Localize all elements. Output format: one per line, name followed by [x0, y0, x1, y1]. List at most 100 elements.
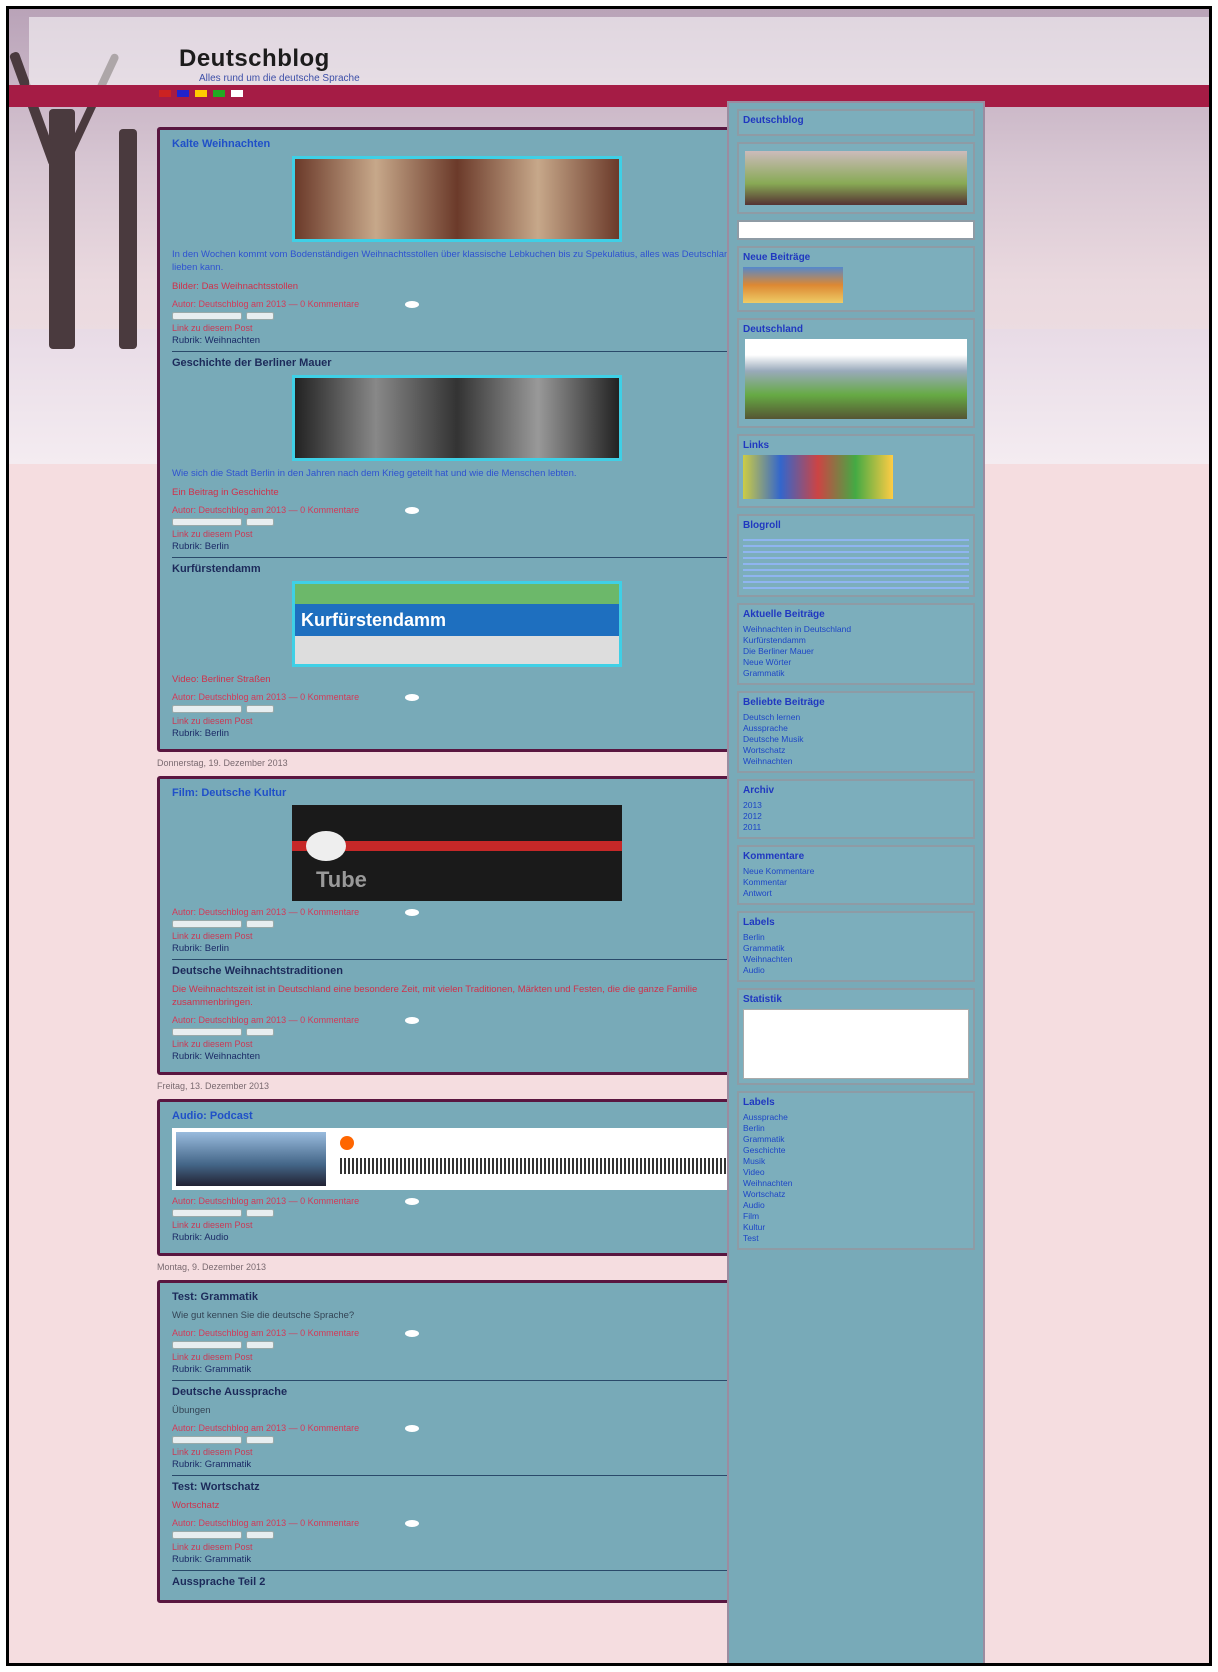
widget-link[interactable]: Video: [743, 1167, 969, 1178]
post-title[interactable]: Deutsche Aussprache: [172, 1386, 742, 1398]
post-title[interactable]: Audio: Podcast: [172, 1110, 742, 1122]
share-button[interactable]: [172, 705, 242, 713]
widget-link[interactable]: Deutsche Musik: [743, 734, 969, 745]
widget-link[interactable]: Berlin: [743, 932, 969, 943]
eye-icon[interactable]: [405, 1016, 420, 1024]
eye-icon[interactable]: [405, 300, 420, 308]
widget-link[interactable]: 2013: [743, 800, 969, 811]
eye-icon[interactable]: [405, 1519, 420, 1527]
waveform[interactable]: [340, 1158, 732, 1174]
post-share-link[interactable]: Link zu diesem Post: [172, 1542, 742, 1552]
post-category[interactable]: Rubrik: Grammatik: [172, 1459, 742, 1470]
widget-link[interactable]: Die Berliner Mauer: [743, 646, 969, 657]
post-author[interactable]: Autor: Deutschblog am 2013 — 0 Kommentar…: [172, 1518, 359, 1528]
post-category[interactable]: Rubrik: Weihnachten: [172, 335, 742, 346]
flag-icon[interactable]: [177, 90, 189, 97]
share-button[interactable]: [246, 705, 274, 713]
widget-link[interactable]: Weihnachten in Deutschland: [743, 624, 969, 635]
widget-link[interactable]: Antwort: [743, 888, 969, 899]
post-author[interactable]: Autor: Deutschblog am 2013 — 0 Kommentar…: [172, 299, 359, 309]
widget-link[interactable]: Kurfürstendamm: [743, 635, 969, 646]
share-button[interactable]: [172, 1209, 242, 1217]
post-title[interactable]: Test: Grammatik: [172, 1291, 742, 1303]
widget-link[interactable]: Film: [743, 1211, 969, 1222]
widget-link[interactable]: Grammatik: [743, 943, 969, 954]
eye-icon[interactable]: [405, 693, 420, 701]
post-category[interactable]: Rubrik: Berlin: [172, 728, 742, 739]
post-share-link[interactable]: Link zu diesem Post: [172, 1352, 742, 1362]
eye-icon[interactable]: [405, 1424, 420, 1432]
widget-link[interactable]: Kommentar: [743, 877, 969, 888]
play-icon[interactable]: [340, 1136, 354, 1150]
widget-link[interactable]: Weihnachten: [743, 756, 969, 767]
post-share-link[interactable]: Link zu diesem Post: [172, 1039, 742, 1049]
share-button[interactable]: [246, 1209, 274, 1217]
widget-image[interactable]: [743, 455, 893, 499]
widget-link[interactable]: Neue Wörter: [743, 657, 969, 668]
share-button[interactable]: [172, 920, 242, 928]
post-image[interactable]: Kurfürstendamm: [292, 581, 622, 667]
share-button[interactable]: [246, 1531, 274, 1539]
widget-link[interactable]: Kultur: [743, 1222, 969, 1233]
post-image[interactable]: [292, 375, 622, 461]
post-category[interactable]: Rubrik: Berlin: [172, 943, 742, 954]
post-title[interactable]: Geschichte der Berliner Mauer: [172, 357, 742, 369]
share-button[interactable]: [172, 1531, 242, 1539]
post-share-link[interactable]: Link zu diesem Post: [172, 931, 742, 941]
widget-link[interactable]: Audio: [743, 1200, 969, 1211]
post-share-link[interactable]: Link zu diesem Post: [172, 716, 742, 726]
post-author[interactable]: Autor: Deutschblog am 2013 — 0 Kommentar…: [172, 907, 359, 917]
post-link[interactable]: Bilder: Das Weihnachtsstollen: [172, 280, 742, 293]
widget-image[interactable]: [745, 151, 967, 205]
post-author[interactable]: Autor: Deutschblog am 2013 — 0 Kommentar…: [172, 1423, 359, 1433]
eye-icon[interactable]: [405, 1197, 420, 1205]
widget-link[interactable]: Geschichte: [743, 1145, 969, 1156]
post-share-link[interactable]: Link zu diesem Post: [172, 1447, 742, 1457]
share-button[interactable]: [172, 1028, 242, 1036]
widget-link[interactable]: Wortschatz: [743, 1189, 969, 1200]
widget-link[interactable]: Grammatik: [743, 668, 969, 679]
widget-link[interactable]: Audio: [743, 965, 969, 976]
widget-image[interactable]: [745, 339, 967, 419]
share-button[interactable]: [172, 518, 242, 526]
share-button[interactable]: [172, 1436, 242, 1444]
share-button[interactable]: [172, 312, 242, 320]
post-share-link[interactable]: Link zu diesem Post: [172, 1220, 742, 1230]
share-button[interactable]: [246, 518, 274, 526]
share-button[interactable]: [246, 920, 274, 928]
flag-icon[interactable]: [231, 90, 243, 97]
post-link[interactable]: Ein Beitrag in Geschichte: [172, 486, 742, 499]
eye-icon[interactable]: [405, 506, 420, 514]
post-author[interactable]: Autor: Deutschblog am 2013 — 0 Kommentar…: [172, 692, 359, 702]
widget-link[interactable]: 2011: [743, 822, 969, 833]
share-button[interactable]: [246, 312, 274, 320]
widget-image[interactable]: [743, 267, 843, 303]
eye-icon[interactable]: [405, 1329, 420, 1337]
widget-link[interactable]: 2012: [743, 811, 969, 822]
flag-icon[interactable]: [195, 90, 207, 97]
widget-link[interactable]: Test: [743, 1233, 969, 1244]
post-text[interactable]: Video: Berliner Straßen: [172, 673, 742, 686]
post-author[interactable]: Autor: Deutschblog am 2013 — 0 Kommentar…: [172, 1015, 359, 1025]
eye-icon[interactable]: [405, 908, 420, 916]
share-button[interactable]: [172, 1341, 242, 1349]
widget-link[interactable]: Musik: [743, 1156, 969, 1167]
post-category[interactable]: Rubrik: Berlin: [172, 541, 742, 552]
audio-player[interactable]: [172, 1128, 742, 1190]
blogroll-list[interactable]: [743, 535, 969, 591]
post-image[interactable]: [292, 156, 622, 242]
post-category[interactable]: Rubrik: Weihnachten: [172, 1051, 742, 1062]
video-thumbnail[interactable]: Tube: [292, 805, 622, 901]
post-category[interactable]: Rubrik: Grammatik: [172, 1554, 742, 1565]
flag-icon[interactable]: [213, 90, 225, 97]
share-button[interactable]: [246, 1028, 274, 1036]
post-title[interactable]: Kurfürstendamm: [172, 563, 742, 575]
post-title[interactable]: Kalte Weihnachten: [172, 138, 742, 150]
post-share-link[interactable]: Link zu diesem Post: [172, 323, 742, 333]
post-title[interactable]: Film: Deutsche Kultur: [172, 787, 742, 799]
widget-link[interactable]: Weihnachten: [743, 1178, 969, 1189]
post-title[interactable]: Deutsche Weihnachtstraditionen: [172, 965, 742, 977]
post-share-link[interactable]: Link zu diesem Post: [172, 529, 742, 539]
blog-title[interactable]: Deutschblog: [179, 45, 330, 73]
widget-link[interactable]: Aussprache: [743, 723, 969, 734]
